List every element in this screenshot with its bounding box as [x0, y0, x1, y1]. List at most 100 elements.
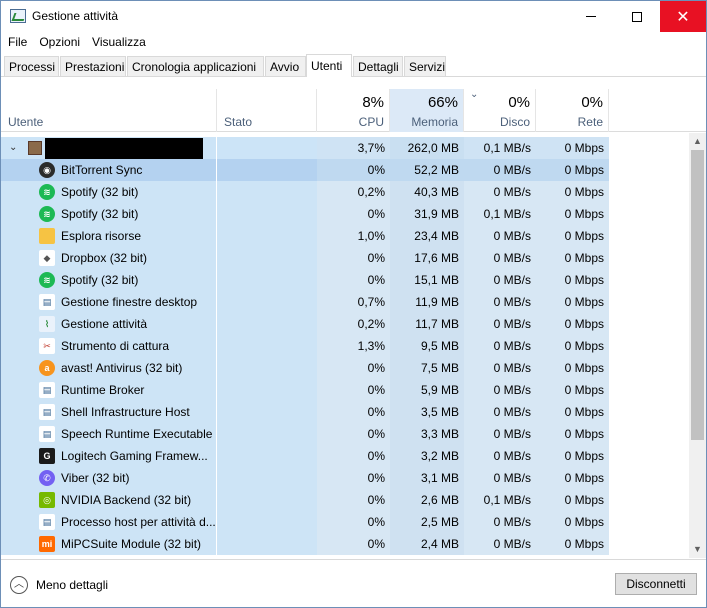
tab-app-history[interactable]: Cronologia applicazioni	[127, 56, 264, 76]
process-row[interactable]: ▤ Processo host per attività d... 0% 2,5 MB…	[1, 511, 689, 533]
process-row[interactable]: ◉ BitTorrent Sync 0% 52,2 MB 0 MB/s 0 Mbps	[1, 159, 689, 181]
process-row[interactable]: ▤ Speech Runtime Executable 0% 3,3 MB 0 MB/s…	[1, 423, 689, 445]
process-name: Viber (32 bit)	[61, 471, 130, 485]
process-row[interactable]: ⌇ Gestione attività 0,2% 11,7 MB 0 MB/s 0 Mbp…	[1, 313, 689, 335]
column-memory[interactable]: ⌄ 66% Memoria	[390, 89, 478, 132]
vertical-scrollbar[interactable]: ▲ ▼	[689, 133, 706, 558]
process-list: ⌄ 3,7% 262,0 MB 0,1 MB/s 0 Mbps ◉ BitTorr…	[1, 133, 689, 558]
process-row[interactable]: G Logitech Gaming Framew... 0% 3,2 MB 0 MB/s…	[1, 445, 689, 467]
process-status-cell	[217, 181, 317, 203]
process-row[interactable]: ≋ Spotify (32 bit) 0% 15,1 MB 0 MB/s 0 Mbps	[1, 269, 689, 291]
task-manager-icon: ⌇	[39, 316, 55, 332]
process-name: Logitech Gaming Framew...	[61, 449, 208, 463]
disconnect-button[interactable]: Disconnetti	[615, 573, 697, 595]
process-cpu: 0%	[317, 489, 390, 511]
process-name-cell: Esplora risorse	[1, 225, 216, 247]
process-row[interactable]: ✂ Strumento di cattura 1,3% 9,5 MB 0 MB/s 0 M…	[1, 335, 689, 357]
process-memory: 9,5 MB	[390, 335, 464, 357]
menu-view[interactable]: Visualizza	[85, 32, 151, 54]
menu-file[interactable]: File	[1, 32, 32, 54]
process-cpu: 0%	[317, 269, 390, 291]
row-spacer	[609, 313, 689, 335]
process-row[interactable]: Esplora risorse 1,0% 23,4 MB 0 MB/s 0 Mbps	[1, 225, 689, 247]
column-memory-label: Memoria	[411, 115, 458, 129]
process-name: Gestione finestre desktop	[61, 295, 198, 309]
user-row[interactable]: ⌄ 3,7% 262,0 MB 0,1 MB/s 0 Mbps	[1, 137, 689, 164]
chevron-up-icon[interactable]: ︿	[10, 576, 28, 594]
process-memory: 52,2 MB	[390, 159, 464, 181]
tab-processes[interactable]: Processi	[4, 56, 59, 76]
process-disk: 0 MB/s	[464, 423, 536, 445]
process-row[interactable]: ✆ Viber (32 bit) 0% 3,1 MB 0 MB/s 0 Mbps	[1, 467, 689, 489]
process-row[interactable]: ≋ Spotify (32 bit) 0% 31,9 MB 0,1 MB/s 0 Mbps	[1, 203, 689, 225]
process-row[interactable]: mi MiPCSuite Module (32 bit) 0% 2,4 MB 0 MB/…	[1, 533, 689, 555]
tab-users[interactable]: Utenti	[306, 54, 352, 77]
row-spacer	[609, 445, 689, 467]
tab-startup[interactable]: Avvio	[265, 56, 306, 76]
process-network: 0 Mbps	[536, 269, 609, 291]
process-cpu: 1,0%	[317, 225, 390, 247]
scroll-down-icon[interactable]: ▼	[689, 541, 706, 558]
maximize-button[interactable]	[614, 1, 660, 32]
minimize-button[interactable]	[568, 1, 614, 32]
process-memory: 11,9 MB	[390, 291, 464, 313]
column-user[interactable]: Utente	[1, 89, 217, 132]
column-network-label: Rete	[577, 115, 603, 129]
chevron-down-icon[interactable]: ⌄	[9, 137, 17, 159]
process-disk: 0 MB/s	[464, 269, 536, 291]
process-network: 0 Mbps	[536, 467, 609, 489]
process-disk: 0 MB/s	[464, 335, 536, 357]
column-status[interactable]: Stato	[217, 89, 317, 132]
row-spacer	[609, 511, 689, 533]
process-cpu: 0%	[317, 511, 390, 533]
scroll-thumb[interactable]	[691, 150, 704, 440]
process-cpu: 0,2%	[317, 313, 390, 335]
avast-icon: a	[39, 360, 55, 376]
process-memory: 7,5 MB	[390, 357, 464, 379]
network-total: 0%	[581, 94, 603, 111]
scroll-up-icon[interactable]: ▲	[689, 133, 706, 150]
process-memory: 2,5 MB	[390, 511, 464, 533]
process-memory: 40,3 MB	[390, 181, 464, 203]
process-cpu: 0%	[317, 423, 390, 445]
process-cpu: 0%	[317, 247, 390, 269]
row-spacer	[609, 181, 689, 203]
process-name-cell: ✆ Viber (32 bit)	[1, 467, 216, 489]
task-manager-icon	[10, 9, 26, 23]
process-memory: 5,9 MB	[390, 379, 464, 401]
process-row[interactable]: a avast! Antivirus (32 bit) 0% 7,5 MB 0 MB/s…	[1, 357, 689, 379]
process-name-cell: ≋ Spotify (32 bit)	[1, 181, 216, 203]
tab-services[interactable]: Servizi	[404, 56, 446, 76]
process-network: 0 Mbps	[536, 181, 609, 203]
row-spacer	[609, 467, 689, 489]
process-row[interactable]: ▤ Runtime Broker 0% 5,9 MB 0 MB/s 0 Mbps	[1, 379, 689, 401]
tab-details[interactable]: Dettagli	[353, 56, 403, 76]
process-name: Gestione attività	[61, 317, 148, 331]
row-spacer	[609, 137, 689, 159]
process-name: BitTorrent Sync	[61, 163, 143, 177]
column-network[interactable]: 0% Rete	[536, 89, 609, 132]
process-row[interactable]: ▤ Shell Infrastructure Host 0% 3,5 MB 0 MB/s…	[1, 401, 689, 423]
user-avatar	[28, 141, 42, 155]
window-title: Gestione attività	[32, 9, 119, 23]
less-details-link[interactable]: Meno dettagli	[36, 578, 108, 592]
process-disk: 0 MB/s	[464, 291, 536, 313]
close-icon: ✕	[676, 8, 690, 26]
tab-performance[interactable]: Prestazioni	[60, 56, 126, 76]
column-cpu[interactable]: 8% CPU	[317, 89, 390, 132]
close-button[interactable]: ✕	[660, 1, 706, 32]
process-status-cell	[217, 225, 317, 247]
process-row[interactable]: ◎ NVIDIA Backend (32 bit) 0% 2,6 MB 0,1 MB/s…	[1, 489, 689, 511]
row-spacer	[609, 357, 689, 379]
menu-options[interactable]: Opzioni	[32, 32, 85, 54]
process-disk: 0 MB/s	[464, 445, 536, 467]
process-disk: 0 MB/s	[464, 313, 536, 335]
process-disk: 0 MB/s	[464, 533, 536, 555]
process-row[interactable]: ◆ Dropbox (32 bit) 0% 17,6 MB 0 MB/s 0 Mbps	[1, 247, 689, 269]
process-status-cell	[217, 379, 317, 401]
process-row[interactable]: ▤ Gestione finestre desktop 0,7% 11,9 MB 0 M…	[1, 291, 689, 313]
process-row[interactable]: ≋ Spotify (32 bit) 0,2% 40,3 MB 0 MB/s 0 Mbps	[1, 181, 689, 203]
column-disk[interactable]: 0% Disco	[464, 89, 536, 132]
process-network: 0 Mbps	[536, 247, 609, 269]
process-memory: 11,7 MB	[390, 313, 464, 335]
